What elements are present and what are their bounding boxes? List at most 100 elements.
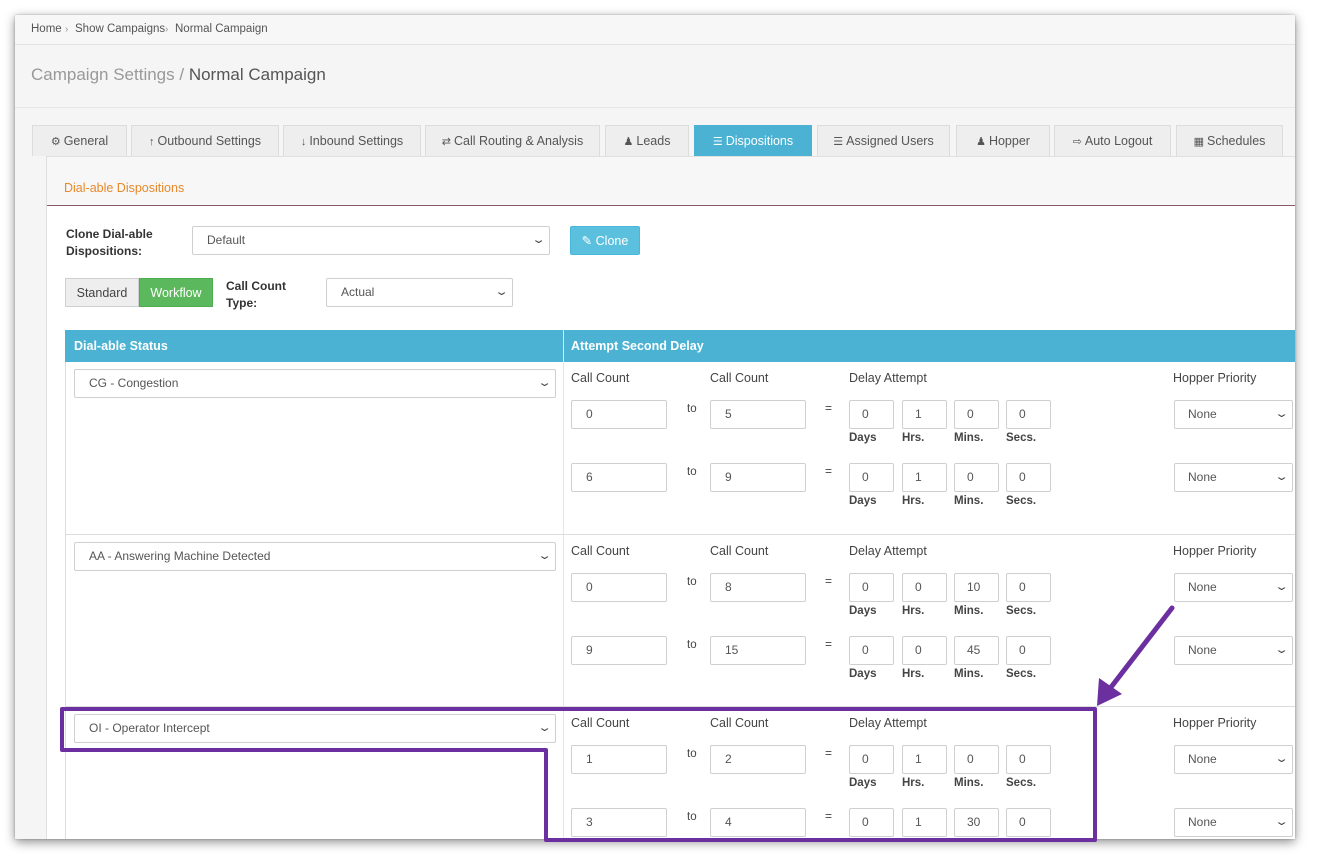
delay-mins-input[interactable]: 0 bbox=[954, 745, 999, 774]
delay-hrs-input[interactable]: 1 bbox=[902, 808, 947, 837]
hopper-priority-select[interactable]: None ⌄ bbox=[1174, 745, 1293, 774]
call-count-from-input[interactable]: 1 bbox=[571, 745, 667, 774]
equals-label: = bbox=[825, 809, 833, 823]
chevron-down-icon: ⌄ bbox=[1274, 471, 1289, 483]
call-count-to-input[interactable]: 8 bbox=[710, 573, 806, 602]
tab-inbound-settings[interactable]: ↓ Inbound Settings bbox=[283, 125, 421, 156]
delay-hrs-input[interactable]: 0 bbox=[902, 573, 947, 602]
delay-attempt-label: Delay Attempt bbox=[849, 716, 927, 730]
tab-auto-logout[interactable]: ⇨ Auto Logout bbox=[1054, 125, 1171, 156]
breadcrumb-show-campaigns[interactable]: Show Campaigns bbox=[75, 23, 165, 35]
row-divider bbox=[65, 706, 1295, 707]
call-count-label: Call Count bbox=[710, 371, 769, 385]
delay-days-input[interactable]: 0 bbox=[849, 808, 894, 837]
gears-icon: ⚙ bbox=[50, 136, 61, 148]
hopper-priority-select[interactable]: None ⌄ bbox=[1174, 400, 1293, 429]
equals-label: = bbox=[825, 746, 833, 760]
delay-mins-input[interactable]: 0 bbox=[954, 400, 999, 429]
call-count-from-input[interactable]: 0 bbox=[571, 573, 667, 602]
call-count-label: Call Count bbox=[571, 371, 630, 385]
call-count-to-input[interactable]: 5 bbox=[710, 400, 806, 429]
clone-select[interactable]: Default ⌄ bbox=[192, 226, 550, 255]
call-count-to-input[interactable]: 9 bbox=[710, 463, 806, 492]
call-count-from-input[interactable]: 0 bbox=[571, 400, 667, 429]
days-unit-label: Days bbox=[849, 432, 877, 444]
tab-assigned-users[interactable]: ☰ Assigned Users bbox=[817, 125, 950, 156]
section-header: Dial-able Dispositions bbox=[47, 157, 1295, 206]
delay-hrs-input[interactable]: 1 bbox=[902, 400, 947, 429]
edit-icon: ✎ bbox=[581, 234, 593, 248]
delay-hrs-input[interactable]: 1 bbox=[902, 745, 947, 774]
status-select[interactable]: CG - Congestion ⌄ bbox=[74, 369, 556, 398]
secs-unit-label: Secs. bbox=[1006, 777, 1037, 789]
arrow-down-icon: ↓ bbox=[300, 136, 307, 148]
tab-outbound-settings[interactable]: ↑ Outbound Settings bbox=[131, 125, 279, 156]
calendar-icon: ▦ bbox=[1193, 136, 1205, 148]
app-window: Home › Show Campaigns › Normal Campaign … bbox=[15, 15, 1295, 839]
delay-secs-input[interactable]: 0 bbox=[1006, 400, 1051, 429]
tab-schedules[interactable]: ▦ Schedules bbox=[1176, 125, 1283, 156]
chevron-down-icon: ⌄ bbox=[537, 550, 552, 562]
equals-label: = bbox=[825, 464, 833, 478]
call-count-to-input[interactable]: 15 bbox=[710, 636, 806, 665]
row-divider bbox=[65, 534, 1295, 535]
to-label: to bbox=[687, 576, 697, 588]
hopper-priority-label: Hopper Priority bbox=[1173, 544, 1257, 558]
list-icon: ☰ bbox=[712, 136, 723, 148]
delay-mins-input[interactable]: 0 bbox=[954, 463, 999, 492]
hopper-priority-label: Hopper Priority bbox=[1173, 371, 1257, 385]
delay-days-input[interactable]: 0 bbox=[849, 400, 894, 429]
hopper-priority-label: Hopper Priority bbox=[1173, 716, 1257, 730]
delay-secs-input[interactable]: 0 bbox=[1006, 808, 1051, 837]
to-label: to bbox=[687, 811, 697, 823]
hopper-priority-select[interactable]: None ⌄ bbox=[1174, 463, 1293, 492]
call-count-from-input[interactable]: 9 bbox=[571, 636, 667, 665]
delay-secs-input[interactable]: 0 bbox=[1006, 463, 1051, 492]
delay-secs-input[interactable]: 0 bbox=[1006, 573, 1051, 602]
section-title: Dial-able Dispositions bbox=[64, 181, 185, 195]
hopper-priority-select[interactable]: None ⌄ bbox=[1174, 573, 1293, 602]
delay-days-input[interactable]: 0 bbox=[849, 745, 894, 774]
delay-days-input[interactable]: 0 bbox=[849, 463, 894, 492]
delay-secs-input[interactable]: 0 bbox=[1006, 745, 1051, 774]
delay-days-input[interactable]: 0 bbox=[849, 636, 894, 665]
delay-mins-input[interactable]: 10 bbox=[954, 573, 999, 602]
delay-hrs-input[interactable]: 0 bbox=[902, 636, 947, 665]
breadcrumb-current: Normal Campaign bbox=[175, 23, 268, 35]
chevron-down-icon: ⌄ bbox=[1274, 816, 1289, 828]
call-count-type-select[interactable]: Actual ⌄ bbox=[326, 278, 513, 307]
to-label: to bbox=[687, 748, 697, 760]
breadcrumb-home[interactable]: Home bbox=[31, 23, 62, 35]
delay-mins-input[interactable]: 45 bbox=[954, 636, 999, 665]
hrs-unit-label: Hrs. bbox=[902, 495, 925, 507]
tab-hopper[interactable]: ♟ Hopper bbox=[956, 125, 1050, 156]
status-select[interactable]: OI - Operator Intercept ⌄ bbox=[74, 714, 556, 743]
tab-dispositions[interactable]: ☰ Dispositions bbox=[694, 125, 812, 156]
call-count-to-input[interactable]: 2 bbox=[710, 745, 806, 774]
hopper-priority-select[interactable]: None ⌄ bbox=[1174, 636, 1293, 665]
delay-mins-input[interactable]: 30 bbox=[954, 808, 999, 837]
hrs-unit-label: Hrs. bbox=[902, 777, 925, 789]
delay-hrs-input[interactable]: 1 bbox=[902, 463, 947, 492]
call-count-from-input[interactable]: 6 bbox=[571, 463, 667, 492]
delay-secs-input[interactable]: 0 bbox=[1006, 636, 1051, 665]
delay-days-input[interactable]: 0 bbox=[849, 573, 894, 602]
column-divider bbox=[563, 330, 564, 839]
tab-general[interactable]: ⚙ General bbox=[32, 125, 127, 156]
tab-leads[interactable]: ♟ Leads bbox=[605, 125, 689, 156]
workflow-toggle[interactable]: Workflow bbox=[139, 278, 213, 307]
status-select[interactable]: AA - Answering Machine Detected ⌄ bbox=[74, 542, 556, 571]
to-label: to bbox=[687, 403, 697, 415]
page-title-campaign: Normal Campaign bbox=[188, 65, 326, 84]
hopper-priority-select[interactable]: None ⌄ bbox=[1174, 808, 1293, 837]
tab-call-routing-analysis[interactable]: ⇄ Call Routing & Analysis bbox=[425, 125, 600, 156]
clone-button[interactable]: ✎ Clone bbox=[570, 226, 640, 255]
table-border bbox=[65, 362, 66, 839]
call-count-from-input[interactable]: 3 bbox=[571, 808, 667, 837]
call-count-to-input[interactable]: 4 bbox=[710, 808, 806, 837]
standard-toggle[interactable]: Standard bbox=[65, 278, 139, 307]
call-count-label: Call Count bbox=[571, 716, 630, 730]
chevron-down-icon: ⌄ bbox=[1274, 753, 1289, 765]
delay-attempt-label: Delay Attempt bbox=[849, 544, 927, 558]
days-unit-label: Days bbox=[849, 495, 877, 507]
